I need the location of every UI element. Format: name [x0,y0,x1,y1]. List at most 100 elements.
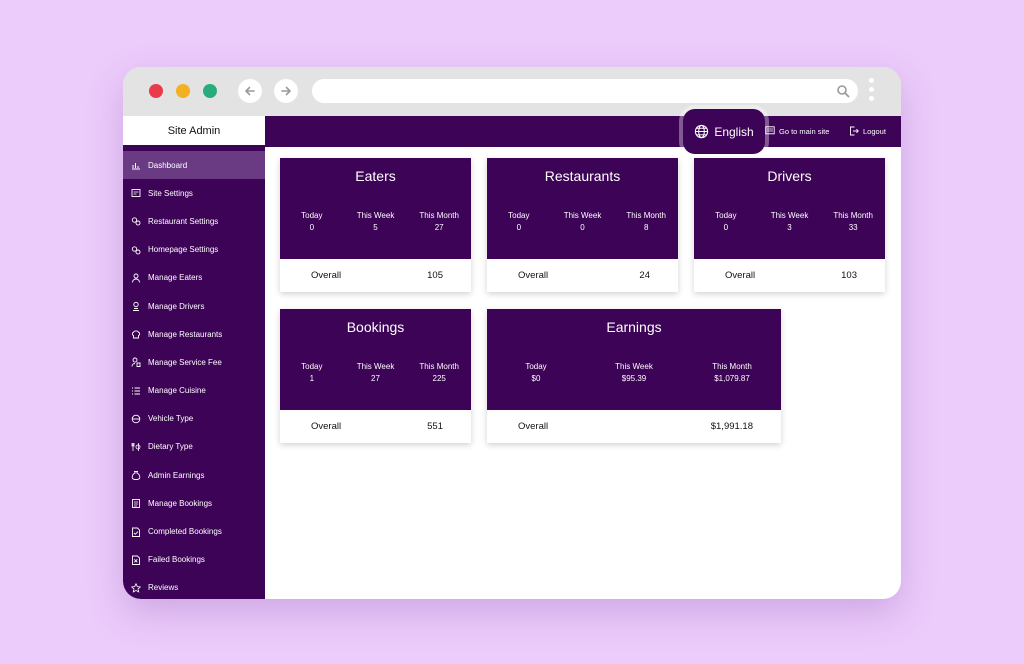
week-stat: This Week $95.39 [615,362,653,383]
sidebar-item-failed-bookings[interactable]: Failed Bookings [123,546,265,574]
document-check-icon [131,527,141,537]
sidebar-item-admin-earnings[interactable]: Admin Earnings [123,461,265,489]
logout-icon [850,126,859,136]
overall-row: Overall $1,991.18 [487,410,781,443]
overall-value: $1,991.18 [710,421,753,432]
sidebar-item-label: Completed Bookings [148,527,222,537]
sidebar-item-label: Manage Restaurants [148,329,223,339]
today-stat: Today 0 [715,211,737,232]
clipboard-icon [131,498,141,509]
today-stat: Today $0 [525,362,547,383]
logout-label: Logout [863,126,886,136]
forward-button[interactable] [274,79,298,103]
back-button[interactable] [238,79,262,103]
sidebar-item-dashboard[interactable]: Dashboard [123,151,265,180]
settings-panel-icon [131,188,141,198]
week-stat: This Week 5 [356,211,395,232]
overall-row: Overall 551 [280,410,471,443]
vehicle-icon [131,414,141,424]
card-title: Eaters [355,168,396,184]
restaurants-card: Restaurants Today 0 This Week 0 This Month… [487,158,678,292]
overall-value: 103 [841,270,857,281]
overall-label: Overall [518,421,549,432]
sidebar-item-label: Manage Cuisine [148,386,206,396]
close-window-button[interactable] [149,84,163,98]
overall-row: Overall 105 [280,259,471,292]
card-title: Drivers [767,168,812,184]
arrow-left-icon [245,86,255,96]
cutlery-icon [131,442,141,452]
sidebar-item-manage-cuisine[interactable]: Manage Cuisine [123,377,265,405]
card-title: Earnings [606,319,662,335]
sidebar-item-label: Site Settings [148,188,193,198]
logout-link[interactable]: Logout [849,126,886,136]
minimize-window-button[interactable] [176,84,190,98]
browser-menu-button[interactable] [869,78,875,104]
sidebar-item-reviews[interactable]: Reviews [123,574,265,599]
sidebar-item-restaurant-settings[interactable]: Restaurant Settings [123,207,265,235]
language-label: English [714,124,754,139]
sidebar-item-label: Vehicle Type [148,414,194,424]
chart-icon [131,160,141,170]
sidebar-item-manage-bookings[interactable]: Manage Bookings [123,489,265,517]
overall-label: Overall [311,421,342,432]
eaters-card: Eaters Today 0 This Week 5 This Month 27 Ov… [280,158,471,292]
sidebar-item-site-settings[interactable]: Site Settings [123,179,265,207]
gears-icon [131,245,141,255]
person-icon [131,273,141,283]
overall-label: Overall [725,270,756,281]
sidebar-title: Site Admin [123,116,265,145]
sidebar-item-label: Homepage Settings [148,245,219,255]
sidebar-item-dietary-type[interactable]: Dietary Type [123,433,265,461]
sidebar-item-label: Manage Bookings [148,498,213,508]
search-icon[interactable] [836,84,850,98]
week-stat: This Week 3 [770,211,809,232]
week-stat: This Week 27 [356,362,395,383]
overall-value: 105 [427,270,443,281]
top-bar: English Go to main site Logout [265,109,901,154]
sidebar-item-manage-service-fee[interactable]: Manage Service Fee [123,348,265,376]
browser-window: Site Admin Dashboard Site Settings Restaur… [123,67,901,599]
month-stat: This Month 33 [833,211,873,232]
address-bar[interactable] [312,79,858,103]
sidebar-item-label: Admin Earnings [148,470,205,480]
go-to-main-site-link[interactable]: Go to main site [765,126,829,136]
browser-chrome [123,67,901,116]
month-stat: This Month 225 [419,362,459,383]
sidebar-item-homepage-settings[interactable]: Homepage Settings [123,236,265,264]
globe-icon [695,124,709,139]
sidebar-item-manage-eaters[interactable]: Manage Eaters [123,264,265,292]
month-stat: This Month $1,079.87 [712,362,752,383]
overall-row: Overall 103 [694,259,885,292]
sidebar: Site Admin Dashboard Site Settings Restaur… [123,116,265,599]
sidebar-item-label: Failed Bookings [148,555,205,565]
language-selector[interactable]: English [683,109,765,154]
overall-value: 551 [427,421,443,432]
overall-label: Overall [518,270,549,281]
star-icon [131,582,141,593]
sidebar-item-label: Manage Service Fee [148,357,222,367]
money-bag-icon [131,470,141,481]
card-title: Bookings [346,319,405,335]
sidebar-item-label: Manage Drivers [148,301,205,311]
sidebar-item-manage-restaurants[interactable]: Manage Restaurants [123,320,265,348]
sidebar-item-manage-drivers[interactable]: Manage Drivers [123,292,265,320]
card-title: Restaurants [544,168,621,184]
today-stat: Today 0 [301,211,323,232]
overall-row: Overall 24 [487,259,678,292]
earnings-card: Earnings Today $0 This Week $95.39 This Mo… [487,309,781,443]
week-stat: This Week 0 [563,211,602,232]
overall-value: 24 [639,270,650,281]
driver-icon [131,301,141,311]
today-stat: Today 1 [301,362,323,383]
sidebar-item-label: Restaurant Settings [148,216,219,226]
overall-label: Overall [311,270,342,281]
sidebar-item-label: Manage Eaters [148,273,203,283]
sidebar-item-vehicle-type[interactable]: Vehicle Type [123,405,265,433]
arrow-right-icon [281,86,291,96]
maximize-window-button[interactable] [203,84,217,98]
chef-hat-icon [131,329,141,339]
main-site-label: Go to main site [779,126,830,136]
document-x-icon [131,555,141,565]
sidebar-item-completed-bookings[interactable]: Completed Bookings [123,517,265,545]
